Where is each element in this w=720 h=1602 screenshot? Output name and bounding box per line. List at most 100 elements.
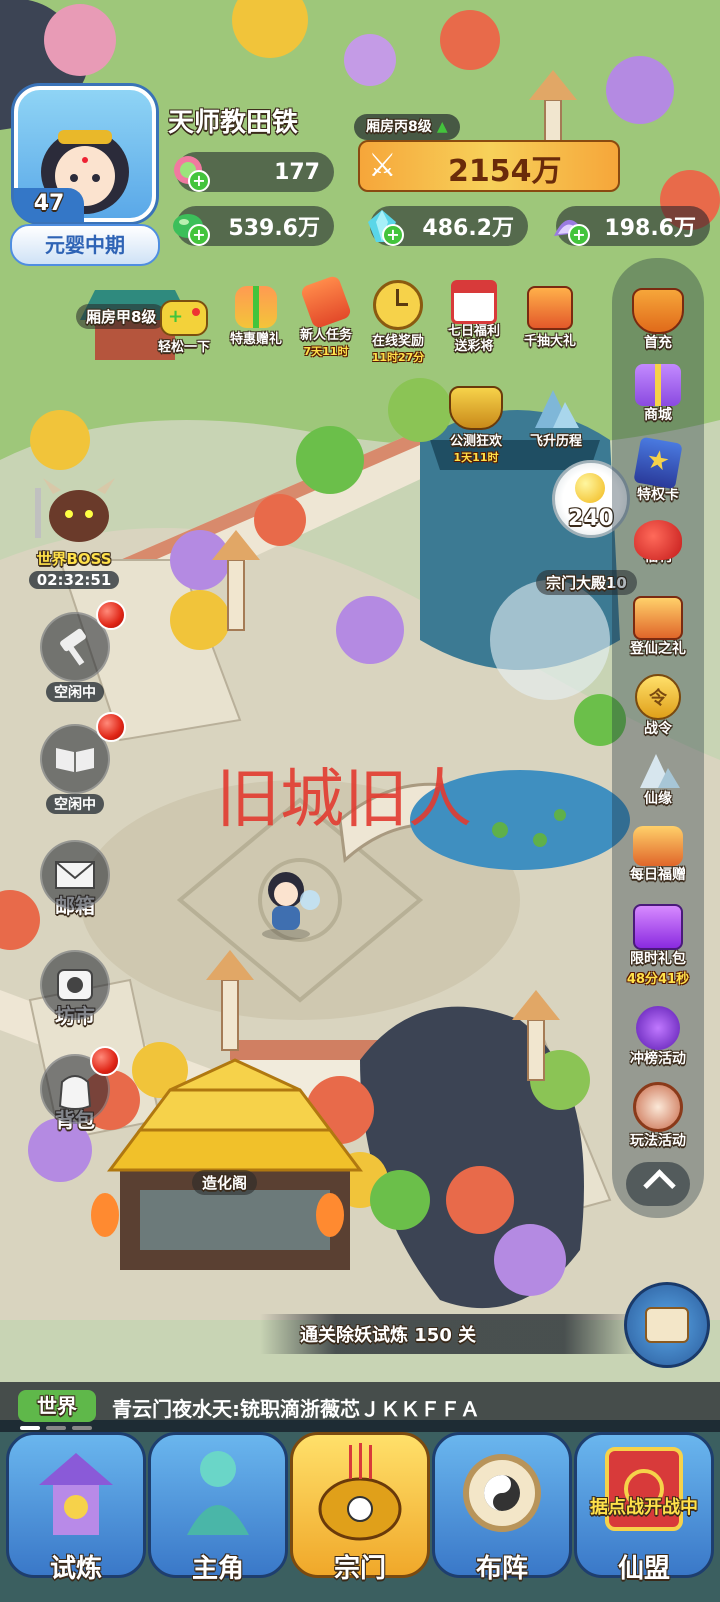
nav-sect[interactable]: 宗门	[290, 1432, 430, 1584]
gift-box-icon	[235, 286, 277, 328]
gift-chest-icon	[633, 596, 683, 640]
chat-bar[interactable]: 世界 青云门夜水天:铳职滴浙薇芯ＪＫＫＦＦＡ	[0, 1382, 720, 1432]
event-thousand-draw[interactable]: 千抽大礼	[512, 286, 588, 349]
menu-welfare[interactable]: 福利	[612, 520, 704, 566]
menu-gameplay-event[interactable]: 玩法活动	[612, 1082, 704, 1150]
add-jade-button[interactable]: +	[188, 224, 210, 246]
event-ascension[interactable]: 飞升历程	[518, 386, 594, 449]
event-beta-carnival[interactable]: 公测狂欢 1天11时	[438, 386, 514, 465]
chat-channel-badge[interactable]: 世界	[18, 1390, 96, 1422]
event-online-reward[interactable]: 在线奖励 11时27分	[360, 280, 436, 365]
crystal-icon: +	[362, 206, 404, 246]
backpack-button[interactable]: 背包	[38, 1046, 120, 1133]
add-spirit-button[interactable]: +	[568, 224, 590, 246]
chevron-up-icon	[643, 1169, 676, 1202]
spirit-fan-icon: +	[548, 206, 590, 246]
battle-pass-icon: 令	[635, 674, 681, 720]
menu-limited-pack[interactable]: 限时礼包 48分41秒	[612, 904, 704, 987]
realm-label: 元婴中期	[45, 233, 125, 257]
player-name: 天师教田铁	[168, 108, 299, 138]
nav-trial[interactable]: 试炼	[6, 1432, 146, 1584]
notification-dot	[96, 712, 126, 742]
gem-icon: +	[168, 152, 210, 192]
chat-page-indicator	[20, 1426, 92, 1430]
pagoda-icon	[39, 1453, 113, 1535]
clock-icon	[373, 280, 423, 330]
menu-battle-pass[interactable]: 令 战令	[612, 674, 704, 738]
jade-amount: 539.6万	[228, 216, 320, 241]
menu-fate[interactable]: 仙缘	[612, 748, 704, 808]
resource-spirit[interactable]: + 198.6万	[554, 206, 710, 246]
mailbox-button[interactable]: 邮箱	[38, 840, 112, 919]
scroll-quill-icon	[645, 1307, 689, 1343]
dragon-icon	[636, 1006, 680, 1050]
notification-dot	[96, 600, 126, 630]
menu-privilege-card[interactable]: ★ 特权卡	[612, 436, 704, 504]
gamepad-icon: +	[160, 300, 208, 336]
market-icon	[40, 950, 110, 1020]
menu-immortal-gift[interactable]: 登仙之礼	[612, 596, 704, 658]
daily-gift-icon	[633, 826, 683, 866]
event-special-gift[interactable]: 特惠赠礼	[218, 286, 294, 347]
combat-power-value: 2154万	[448, 154, 562, 189]
resource-jade[interactable]: + 539.6万	[173, 206, 334, 246]
quest-guide-text: 通关除妖试炼 150 关	[300, 1325, 477, 1346]
event-newbie-task[interactable]: 新人任务 7天11时	[288, 274, 364, 359]
quest-scroll-button[interactable]	[624, 1282, 710, 1368]
star-card-icon: ★	[633, 436, 683, 490]
player-avatar[interactable]: 47	[14, 86, 156, 222]
add-gem-button[interactable]: +	[188, 170, 210, 192]
scroll-icon	[299, 274, 353, 330]
yin-yang-icon	[463, 1454, 541, 1532]
menu-ranking-event[interactable]: 冲榜活动	[612, 1006, 704, 1068]
resource-gem[interactable]: + 177	[174, 152, 334, 192]
jade-icon: +	[168, 206, 210, 246]
player-level: 47	[33, 191, 65, 216]
gem-amount: 177	[274, 159, 320, 185]
event-seven-day[interactable]: 七日福利 送彩将	[436, 280, 512, 354]
spirit-amount: 198.6万	[604, 216, 696, 241]
collapse-menu-button[interactable]	[626, 1162, 690, 1206]
cauldron-icon	[449, 386, 503, 430]
boss-demon-icon	[35, 478, 115, 542]
nav-hero[interactable]: 主角	[148, 1432, 288, 1584]
world-boss-button[interactable]: 世界BOSS 02:32:51	[22, 478, 126, 589]
crown-badge-icon	[632, 288, 684, 334]
realm-badge[interactable]: 元婴中期	[10, 224, 160, 266]
notification-dot	[90, 1046, 120, 1076]
menu-daily-gift[interactable]: 每日福赠	[612, 826, 704, 884]
power-building-label: 厢房丙8级 ▲	[354, 114, 460, 140]
mail-icon	[40, 840, 110, 910]
quest-guide-bar[interactable]: 通关除妖试炼 150 关	[260, 1314, 640, 1354]
add-crystal-button[interactable]: +	[382, 224, 404, 246]
treasure-chest-icon	[527, 286, 573, 330]
mountain-icon	[531, 386, 581, 430]
menu-shop[interactable]: 商城	[612, 364, 704, 424]
player-character[interactable]	[252, 860, 322, 940]
forge-pavilion-label[interactable]: 造化阁	[192, 1170, 258, 1195]
market-button[interactable]: 坊市	[38, 950, 112, 1029]
nav-formation[interactable]: 布阵	[432, 1432, 572, 1584]
forge-slot-1[interactable]: 空闲中	[38, 600, 126, 702]
alliance-war-badge: 据点战开战中	[590, 1497, 698, 1518]
incense-burner-icon	[318, 1443, 402, 1541]
peak-icon	[634, 748, 682, 790]
crossed-swords-icon: ⚔	[368, 146, 397, 184]
player-level-badge: 47	[14, 188, 84, 222]
chat-message: 青云门夜水天:铳职滴浙薇芯ＪＫＫＦＦＡ	[112, 1397, 480, 1421]
watermark-text: 旧城旧人	[216, 763, 472, 837]
forge-slot-2[interactable]: 空闲中	[38, 712, 126, 814]
gold-coin-icon	[575, 473, 605, 503]
meditating-statue-icon	[187, 1451, 249, 1535]
purple-box-icon	[633, 904, 683, 950]
resource-crystal[interactable]: + 486.2万	[368, 206, 528, 246]
drum-icon	[633, 1082, 683, 1132]
combat-power-bar[interactable]: ⚔ 2154万	[358, 140, 620, 192]
calendar-icon	[451, 280, 497, 324]
world-boss-timer: 02:32:51	[28, 571, 120, 589]
nav-alliance[interactable]: 据点战开战中 仙盟	[574, 1432, 714, 1584]
menu-first-recharge[interactable]: 首充	[612, 288, 704, 352]
shop-gift-icon	[635, 364, 681, 406]
event-relax[interactable]: + 轻松一下	[146, 290, 222, 355]
red-pouch-icon	[634, 520, 682, 560]
